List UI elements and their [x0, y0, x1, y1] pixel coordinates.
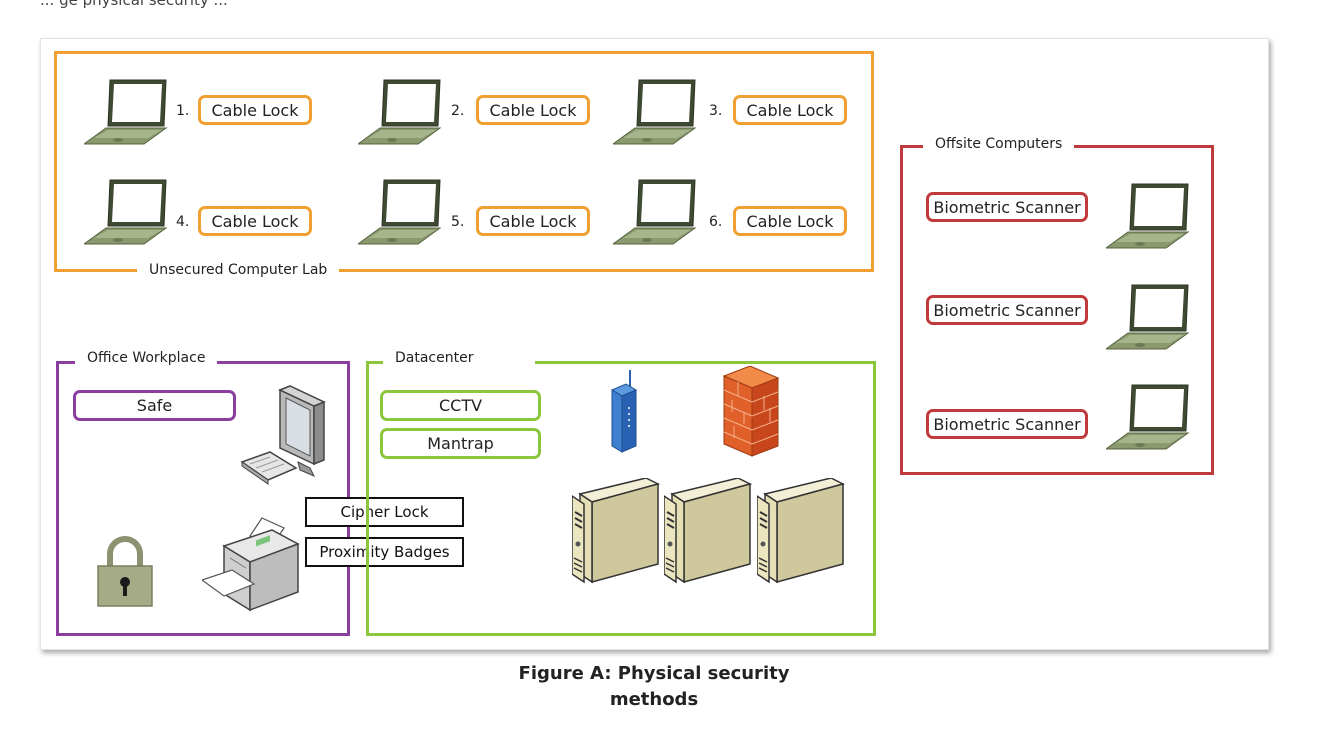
biometric-scanner-label: Biometric Scanner	[926, 295, 1088, 325]
lab-item-number: 6.	[709, 214, 723, 230]
cable-lock-label: Cable Lock	[733, 206, 847, 236]
top-text-fragment: ... ge physical security ...	[40, 0, 228, 9]
laptop-icon	[613, 79, 696, 145]
cable-lock-label: Cable Lock	[733, 95, 847, 125]
lab-item-number: 3.	[709, 103, 723, 119]
wireless-router-icon	[610, 370, 638, 453]
lab-item-number: 5.	[451, 214, 465, 230]
server-icon	[664, 478, 751, 583]
laptop-icon	[84, 79, 167, 145]
cable-lock-label: Cable Lock	[198, 95, 312, 125]
biometric-scanner-label: Biometric Scanner	[926, 192, 1088, 222]
laptop-icon	[613, 179, 696, 245]
laptop-icon	[84, 179, 167, 245]
figure-caption-line2: methods	[609, 689, 699, 710]
padlock-icon	[97, 536, 153, 607]
lab-item-number: 2.	[451, 103, 465, 119]
figure-caption: Figure A: Physical security methods	[0, 661, 1308, 713]
laptop-icon	[358, 179, 441, 245]
biometric-scanner-label: Biometric Scanner	[926, 409, 1088, 439]
laptop-icon	[1106, 284, 1189, 350]
cctv-label: CCTV	[380, 390, 541, 421]
firewall-icon	[722, 366, 780, 457]
laptop-icon	[1106, 384, 1189, 450]
mantrap-label: Mantrap	[380, 428, 541, 459]
printer-icon	[202, 517, 300, 612]
server-icon	[572, 478, 659, 583]
laptop-icon	[358, 79, 441, 145]
lab-item-number: 4.	[176, 214, 190, 230]
laptop-icon	[1106, 183, 1189, 249]
server-icon	[757, 478, 844, 583]
desktop-computer-icon	[240, 385, 326, 485]
cable-lock-label: Cable Lock	[476, 95, 590, 125]
cable-lock-label: Cable Lock	[198, 206, 312, 236]
group-unsecured-computer-lab	[54, 51, 874, 272]
safe-label: Safe	[73, 390, 236, 421]
group-label-lab: Unsecured Computer Lab	[137, 262, 340, 278]
figure-caption-line1: Figure A: Physical security	[518, 663, 790, 684]
lab-item-number: 1.	[176, 103, 190, 119]
group-label-office: Office Workplace	[75, 350, 218, 366]
group-label-offsite: Offsite Computers	[923, 136, 1075, 152]
group-label-datacenter: Datacenter	[383, 350, 536, 366]
cable-lock-label: Cable Lock	[476, 206, 590, 236]
